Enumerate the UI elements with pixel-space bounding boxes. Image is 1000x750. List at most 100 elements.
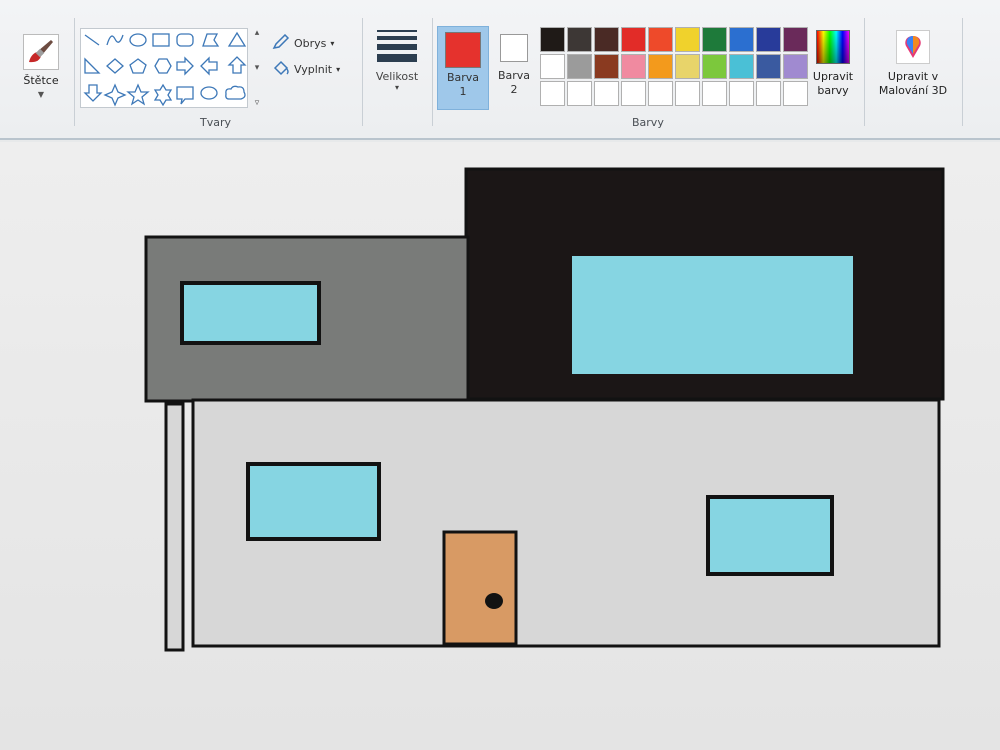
palette-swatch[interactable]	[540, 54, 565, 79]
edit-colors-label: Upravit barvy	[812, 70, 854, 97]
palette-swatch[interactable]	[594, 81, 619, 106]
house-door	[442, 530, 518, 646]
shapes-gallery[interactable]	[80, 28, 248, 108]
ribbon-divider	[432, 18, 433, 126]
palette-swatch[interactable]	[621, 27, 646, 52]
brushes-button[interactable]: Štětce ▼	[16, 34, 66, 102]
palette-swatch[interactable]	[702, 27, 727, 52]
callout-rect-shape-icon	[176, 86, 194, 105]
line-shape-icon	[84, 34, 100, 46]
palette-swatch[interactable]	[675, 27, 700, 52]
house-window-upper-left	[180, 281, 321, 345]
pentagon-shape-icon	[129, 58, 147, 74]
color1-swatch	[445, 32, 481, 68]
right-triangle-shape-icon	[84, 57, 101, 74]
palette-swatch[interactable]	[729, 27, 754, 52]
palette-swatch[interactable]	[567, 54, 592, 79]
brush-icon	[23, 34, 59, 70]
palette-swatch[interactable]	[783, 27, 808, 52]
palette-swatch[interactable]	[594, 54, 619, 79]
edit-colors-button[interactable]: Upravit barvy	[806, 30, 860, 98]
chevron-down-icon: ▾	[336, 65, 341, 74]
polygon-shape-icon	[202, 33, 220, 47]
brushes-label: Štětce	[23, 74, 59, 87]
ribbon-divider	[962, 18, 963, 126]
triangle-shape-icon	[227, 31, 247, 47]
six-point-star-shape-icon	[153, 83, 173, 107]
fill-dropdown[interactable]: Vyplnit ▾	[272, 60, 340, 79]
size-button[interactable]: Velikost ▾	[370, 30, 424, 92]
right-arrow-shape-icon	[176, 56, 194, 76]
down-arrow-shape-icon	[83, 84, 103, 102]
callout-oval-shape-icon	[200, 86, 218, 100]
house-downspout	[164, 402, 185, 652]
hexagon-shape-icon	[154, 58, 172, 74]
scroll-up-icon[interactable]: ▴	[255, 28, 260, 38]
palette-swatch[interactable]	[675, 54, 700, 79]
edit-in-paint3d-button[interactable]: Upravit v Malování 3D	[868, 30, 958, 98]
palette-swatch[interactable]	[621, 54, 646, 79]
palette-swatch[interactable]	[729, 54, 754, 79]
expand-gallery-icon[interactable]: ▿	[255, 98, 260, 108]
line-thickness-icon	[377, 30, 417, 32]
palette-swatch[interactable]	[756, 54, 781, 79]
rectangle-shape-icon	[152, 33, 170, 47]
palette-swatch[interactable]	[540, 27, 565, 52]
palette-swatch[interactable]	[702, 54, 727, 79]
rounded-rectangle-shape-icon	[176, 33, 194, 47]
drawing-canvas[interactable]	[0, 142, 1000, 750]
house-door-knob	[485, 593, 503, 609]
colors-group-label: Barvy	[632, 116, 664, 129]
color1-label: Barva 1	[446, 71, 480, 98]
palette-swatch[interactable]	[594, 27, 619, 52]
ribbon-divider	[362, 18, 363, 126]
palette-swatch[interactable]	[783, 54, 808, 79]
palette-swatch[interactable]	[567, 27, 592, 52]
shapes-scrollbar[interactable]: ▴ ▾ ▿	[250, 28, 264, 108]
pencil-icon	[272, 33, 290, 53]
size-label: Velikost	[375, 70, 419, 83]
color2-label: Barva 2	[497, 69, 531, 96]
chevron-down-icon: ▾	[330, 39, 335, 48]
color2-selector[interactable]: Barva 2	[494, 26, 534, 110]
outline-dropdown[interactable]: Obrys ▾	[272, 33, 335, 53]
palette-swatch[interactable]	[756, 27, 781, 52]
shapes-group-label: Tvary	[200, 116, 232, 129]
color1-selector[interactable]: Barva 1	[437, 26, 489, 110]
outline-label: Obrys	[294, 37, 327, 50]
house-window-ground-right	[706, 495, 834, 576]
palette-swatch[interactable]	[540, 81, 565, 106]
house-window-ground-left	[246, 462, 381, 541]
house-window-upper-right	[572, 256, 853, 374]
shapes-gallery-icons	[83, 31, 247, 107]
color2-swatch	[500, 34, 528, 62]
palette-swatch[interactable]	[648, 54, 673, 79]
four-point-star-shape-icon	[103, 83, 127, 107]
color-palette	[540, 27, 808, 106]
palette-swatch[interactable]	[702, 81, 727, 106]
ribbon-divider	[864, 18, 865, 126]
oval-shape-icon	[129, 33, 147, 47]
palette-swatch[interactable]	[756, 81, 781, 106]
palette-swatch[interactable]	[675, 81, 700, 106]
palette-swatch[interactable]	[648, 81, 673, 106]
callout-cloud-shape-icon	[225, 85, 246, 100]
color-spectrum-icon	[816, 30, 850, 64]
diamond-shape-icon	[106, 58, 124, 74]
palette-swatch[interactable]	[621, 81, 646, 106]
palette-swatch[interactable]	[783, 81, 808, 106]
chevron-down-icon: ▼	[37, 90, 45, 99]
paint-bucket-icon	[272, 60, 290, 79]
curve-shape-icon	[106, 34, 124, 46]
five-point-star-shape-icon	[126, 83, 150, 106]
paint3d-icon	[896, 30, 930, 64]
palette-swatch[interactable]	[729, 81, 754, 106]
fill-label: Vyplnit	[294, 63, 333, 76]
ribbon: Štětce ▼ ▴ ▾ ▿ Obrys ▾ Vyplnit ▾ Tvary V…	[0, 0, 1000, 140]
palette-swatch[interactable]	[648, 27, 673, 52]
chevron-down-icon: ▾	[394, 83, 399, 92]
scroll-down-icon[interactable]: ▾	[255, 63, 260, 73]
up-arrow-shape-icon	[227, 56, 247, 74]
palette-swatch[interactable]	[567, 81, 592, 106]
left-arrow-shape-icon	[200, 56, 218, 76]
